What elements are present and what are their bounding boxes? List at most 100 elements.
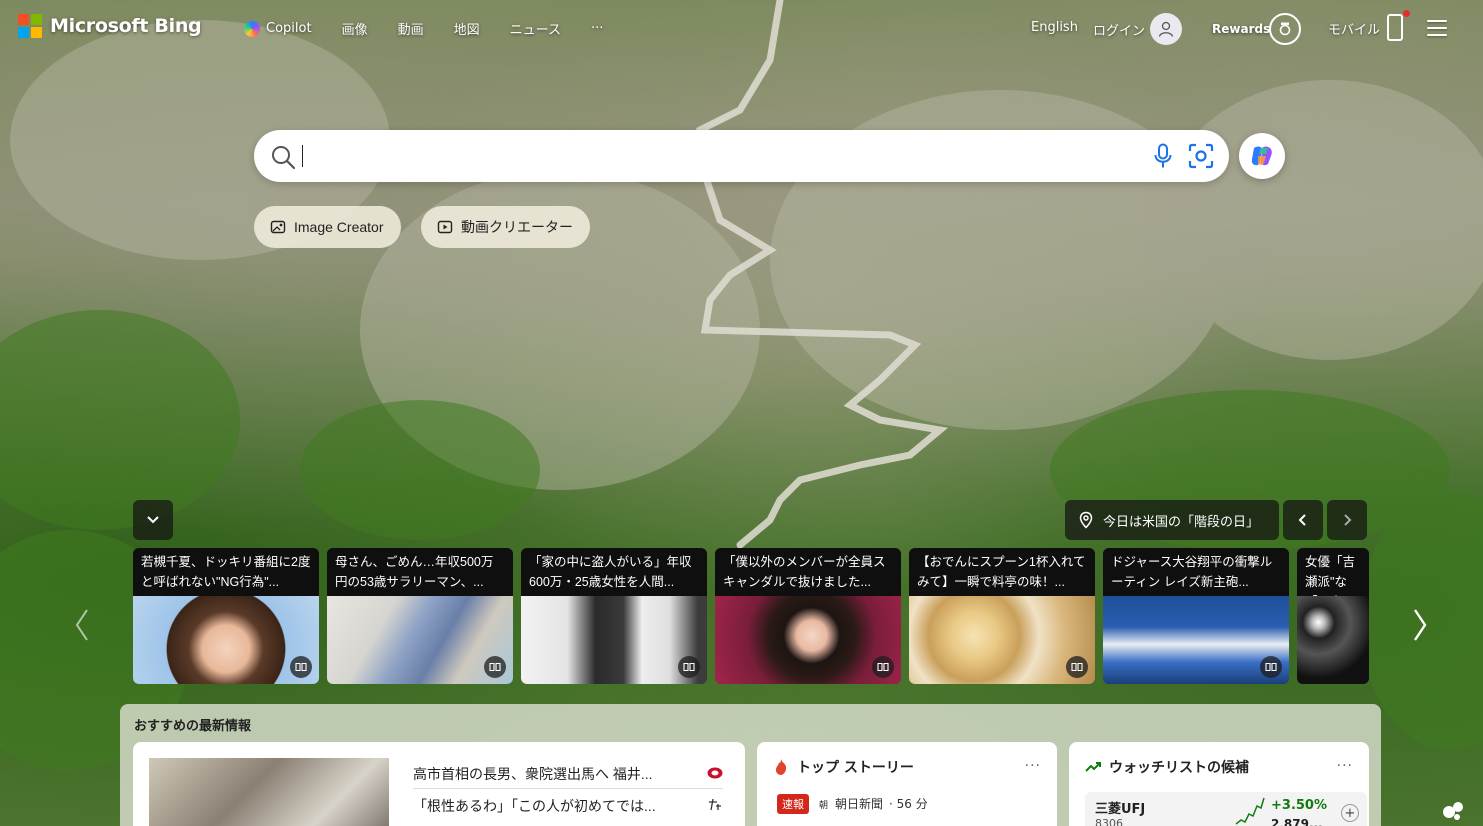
- video-create-icon: [437, 220, 453, 234]
- bing-logo[interactable]: Microsoft Bing: [18, 14, 202, 38]
- nav-label: Copilot: [266, 21, 312, 36]
- nav-label: 地図: [453, 23, 480, 38]
- search-input[interactable]: [300, 142, 1120, 170]
- card-title: 女優「吉瀬派"な「国産: [1297, 548, 1369, 596]
- nav-copilot[interactable]: Copilot: [244, 20, 312, 37]
- stock-sparkline: [1235, 797, 1265, 825]
- top-stories-header[interactable]: トップ ストーリー: [773, 757, 914, 777]
- mobile-link[interactable]: モバイル: [1328, 19, 1380, 38]
- copilot-icon: [1251, 146, 1272, 166]
- recommended-feed: おすすめの最新情報 高市首相の長男、衆院選出馬へ 福井... 「根性あるわ」「こ…: [120, 704, 1381, 826]
- copilot-icon: [244, 20, 260, 37]
- chevron-right-icon: [1344, 514, 1352, 526]
- chevron-left-icon: [1298, 514, 1306, 526]
- image-create-icon: [270, 220, 286, 234]
- image-creator-button[interactable]: Image Creator: [254, 206, 401, 248]
- feed-title: おすすめの最新情報: [134, 719, 252, 734]
- search-box[interactable]: [254, 130, 1229, 182]
- text-caret: [302, 145, 303, 167]
- chip-label: Image Creator: [294, 219, 384, 235]
- top-stories-panel: トップ ストーリー ... 速報 朝 朝日新聞 · 56 分: [757, 742, 1057, 826]
- rewards-trophy-icon[interactable]: [1269, 13, 1301, 45]
- headline-link[interactable]: 高市首相の長男、衆院選出馬へ 福井...: [413, 764, 653, 784]
- watchlist-panel: ウォッチリストの候補 ... 三菱UFJ 8306 +3.50% 2,879..…: [1069, 742, 1369, 826]
- person-icon: [1158, 21, 1174, 37]
- search-icon: [272, 146, 296, 170]
- stock-change: +3.50%: [1271, 798, 1327, 813]
- card-title: ドジャース大谷翔平の衝撃ルーティン レイズ新主砲...: [1103, 548, 1289, 596]
- publisher-logo-icon: 朝: [819, 800, 828, 809]
- breaking-badge: 速報: [777, 794, 809, 814]
- news-image[interactable]: [149, 758, 389, 826]
- image-info-button[interactable]: 今日は米国の「階段の日」: [1065, 500, 1279, 540]
- login-link[interactable]: ログイン: [1093, 20, 1145, 39]
- nav-label: 動画: [397, 23, 424, 38]
- story-source: 朝 朝日新聞 · 56 分: [819, 795, 928, 812]
- nav-maps[interactable]: 地図: [454, 19, 480, 38]
- news-carousel: 若槻千夏、ドッキリ番組に2度と呼ばれない"NG行為"... 母さん、ごめん…年収…: [133, 548, 1369, 684]
- news-panel: 高市首相の長男、衆院選出馬へ 福井... 「根性あるわ」「この人が初めてでは..…: [133, 742, 745, 826]
- news-card[interactable]: 若槻千夏、ドッキリ番組に2度と呼ばれない"NG行為"...: [133, 548, 319, 684]
- carousel-next-arrow-icon[interactable]: [1412, 608, 1428, 642]
- read-icon: [290, 656, 312, 678]
- nav-images[interactable]: 画像: [342, 19, 368, 38]
- mobile-phone-icon[interactable]: [1387, 14, 1403, 41]
- next-image-button[interactable]: [1327, 500, 1367, 540]
- collapse-button[interactable]: [133, 500, 173, 540]
- news-card[interactable]: 「家の中に盗人がいる」年収600万・25歳女性を人間...: [521, 548, 707, 684]
- background-image: [0, 0, 1483, 770]
- prev-image-button[interactable]: [1283, 500, 1323, 540]
- logo-text: Microsoft Bing: [50, 15, 202, 37]
- stock-code: 8306: [1095, 817, 1123, 826]
- copilot-button[interactable]: [1239, 133, 1285, 179]
- notification-dot: [1403, 10, 1410, 17]
- video-creator-button[interactable]: 動画クリエーター: [421, 206, 590, 248]
- divider: [413, 788, 723, 789]
- microphone-icon[interactable]: [1153, 143, 1173, 169]
- microsoft-logo-icon: [18, 14, 42, 38]
- news-card[interactable]: 【おでんにスプーン1杯入れてみて】一瞬で料亭の味！...: [909, 548, 1095, 684]
- card-title: 母さん、ごめん…年収500万円の53歳サラリーマン、...: [327, 548, 513, 596]
- news-card[interactable]: ドジャース大谷翔平の衝撃ルーティン レイズ新主砲...: [1103, 548, 1289, 684]
- stock-price: 2,879...: [1271, 817, 1323, 826]
- read-icon: [1066, 656, 1088, 678]
- news-card[interactable]: 母さん、ごめん…年収500万円の53歳サラリーマン、...: [327, 548, 513, 684]
- nav-more[interactable]: ···: [591, 21, 603, 36]
- top-header: Microsoft Bing Copilot 画像 動画 地図 ニュース ···…: [0, 0, 1483, 58]
- publisher-logo-icon: [707, 767, 723, 779]
- read-icon: [484, 656, 506, 678]
- read-icon: [1260, 656, 1282, 678]
- carousel-prev-arrow-icon[interactable]: [74, 608, 90, 642]
- chevron-down-icon: [147, 516, 159, 524]
- rewards-link[interactable]: Rewards: [1212, 22, 1270, 36]
- read-icon: [872, 656, 894, 678]
- svg-text:朝: 朝: [819, 800, 828, 809]
- news-card[interactable]: 女優「吉瀬派"な「国産: [1297, 548, 1369, 684]
- hamburger-menu-icon[interactable]: [1427, 20, 1447, 36]
- news-card[interactable]: 「僕以外のメンバーが全員スキャンダルで抜けました...: [715, 548, 901, 684]
- nav-label: ニュース: [509, 23, 561, 38]
- more-options-button[interactable]: ...: [1025, 754, 1041, 770]
- card-title: 若槻千夏、ドッキリ番組に2度と呼ばれない"NG行為"...: [133, 548, 319, 596]
- nav-label: ···: [590, 21, 604, 36]
- feedback-icon[interactable]: [1440, 798, 1466, 824]
- nav-news[interactable]: ニュース: [510, 19, 561, 38]
- trophy-icon: [1279, 22, 1291, 36]
- card-title: 「家の中に盗人がいる」年収600万・25歳女性を人間...: [521, 548, 707, 596]
- headline-link[interactable]: 「根性あるわ」「この人が初めてでは...: [413, 796, 656, 816]
- source-name: 朝日新聞: [835, 797, 884, 811]
- avatar[interactable]: [1150, 13, 1182, 45]
- stock-name: 三菱UFJ: [1095, 802, 1146, 817]
- language-link[interactable]: English: [1031, 20, 1078, 35]
- card-image: [1297, 596, 1369, 684]
- nav-videos[interactable]: 動画: [398, 19, 424, 38]
- nav-label: 画像: [341, 23, 368, 38]
- chip-label: 動画クリエーター: [461, 219, 573, 235]
- panel-title: ウォッチリストの候補: [1109, 760, 1249, 776]
- visual-search-icon[interactable]: [1187, 142, 1215, 170]
- top-nav: Copilot 画像 動画 地図 ニュース ···: [244, 19, 633, 38]
- more-options-button[interactable]: ...: [1337, 754, 1353, 770]
- watchlist-header[interactable]: ウォッチリストの候補: [1085, 757, 1249, 777]
- stock-suggestion[interactable]: 三菱UFJ 8306 +3.50% 2,879... +: [1085, 792, 1367, 826]
- add-to-watchlist-icon[interactable]: +: [1341, 804, 1359, 822]
